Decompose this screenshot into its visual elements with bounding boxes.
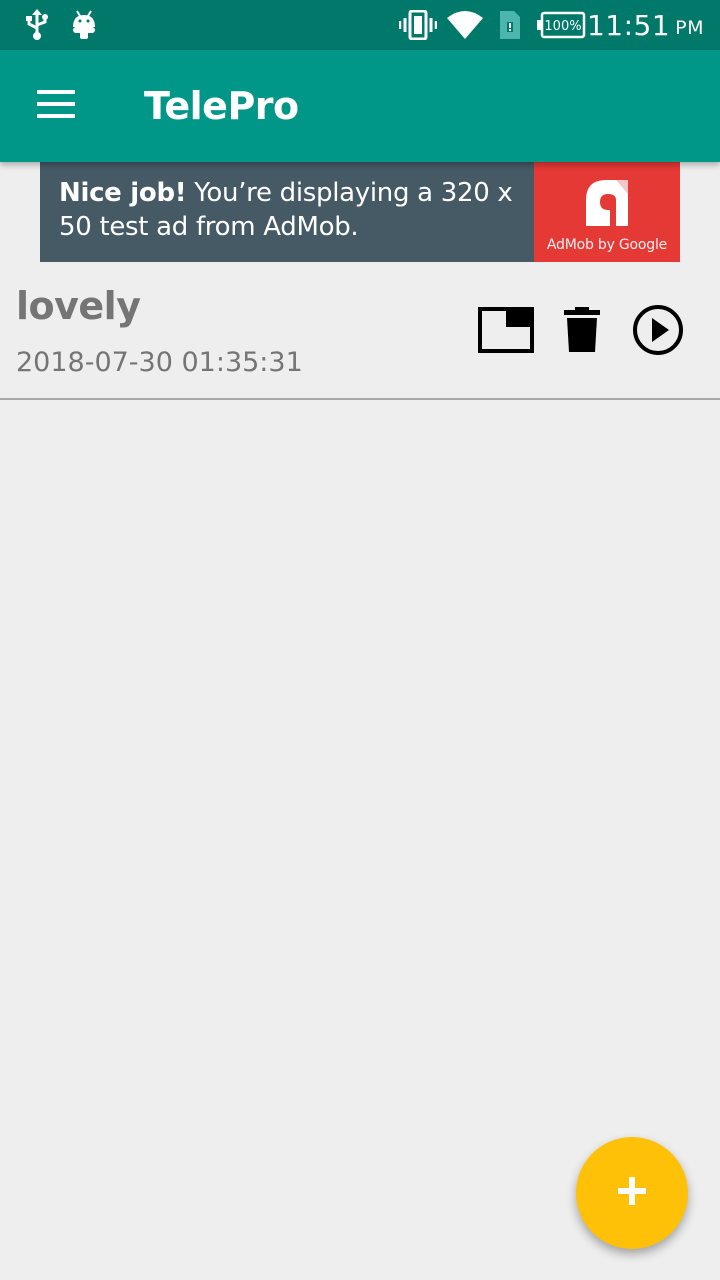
picture-in-picture-icon: [478, 306, 534, 358]
vibrate-icon: [399, 0, 437, 50]
app-title: TelePro: [144, 84, 299, 128]
sim-card-icon: [499, 0, 521, 50]
clock-time: 11:51: [586, 8, 671, 42]
add-icon: [618, 1176, 646, 1210]
menu-button[interactable]: [24, 78, 88, 134]
usb-icon: [24, 0, 50, 50]
app-bar: TelePro: [0, 50, 720, 162]
clock-ampm: PM: [675, 17, 704, 39]
status-clock: 11:51 PM: [587, 0, 704, 50]
delete-icon: [564, 306, 600, 358]
admob-logo-icon: [574, 170, 638, 239]
battery-icon: 100%: [536, 0, 586, 50]
delete-button[interactable]: [552, 304, 612, 360]
play-circle-icon: [632, 304, 684, 361]
battery-percent: 100%: [544, 19, 581, 34]
ad-banner[interactable]: Nice job! You’re displaying a 320 x 50 t…: [40, 162, 680, 262]
ad-text: Nice job! You’re displaying a 320 x 50 t…: [40, 162, 534, 262]
picture-in-picture-button[interactable]: [476, 304, 536, 360]
play-button[interactable]: [628, 304, 688, 360]
android-debug-icon: [71, 0, 97, 50]
wifi-icon: [446, 0, 484, 50]
add-button[interactable]: [576, 1137, 688, 1249]
item-date: 2018-07-30 01:35:31: [16, 347, 303, 378]
status-bar: 100% 11:51 PM: [0, 0, 720, 50]
ad-byline: AdMob by Google: [546, 237, 668, 253]
ad-headline: Nice job!: [59, 178, 187, 208]
admob-logo: AdMob by Google: [534, 162, 680, 262]
list-item[interactable]: lovely 2018-07-30 01:35:31: [0, 262, 720, 400]
hamburger-menu-icon: [37, 89, 75, 123]
item-title: lovely: [16, 284, 141, 328]
